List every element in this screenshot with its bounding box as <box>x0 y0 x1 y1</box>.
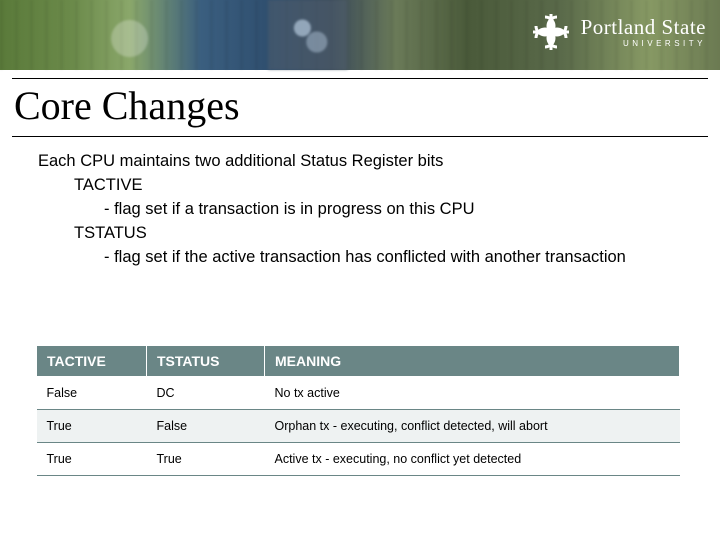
body-item: TACTIVE <box>74 174 682 198</box>
cell-tstatus: DC <box>147 377 265 410</box>
table-header-row: TACTIVE TSTATUS MEANING <box>37 346 680 377</box>
cell-tactive: True <box>37 443 147 476</box>
cell-tactive: False <box>37 377 147 410</box>
slide-title: Core Changes <box>14 82 240 129</box>
cell-meaning: No tx active <box>265 377 680 410</box>
cell-meaning: Orphan tx - executing, conflict detected… <box>265 410 680 443</box>
col-header-tactive: TACTIVE <box>37 346 147 377</box>
table-row: False DC No tx active <box>37 377 680 410</box>
cell-tactive: True <box>37 410 147 443</box>
col-header-tstatus: TSTATUS <box>147 346 265 377</box>
brand: Portland State UNIVERSITY <box>531 12 706 52</box>
status-table: TACTIVE TSTATUS MEANING False DC No tx a… <box>36 345 680 476</box>
table-row: True True Active tx - executing, no conf… <box>37 443 680 476</box>
col-header-meaning: MEANING <box>265 346 680 377</box>
brand-subtitle: UNIVERSITY <box>581 40 706 48</box>
table-row: True False Orphan tx - executing, confli… <box>37 410 680 443</box>
title-rule-top <box>12 78 708 79</box>
header-band: Portland State UNIVERSITY <box>0 0 720 70</box>
body-item-desc: - flag set if the active transaction has… <box>104 246 682 270</box>
title-rule-bottom <box>12 136 708 137</box>
body-item-desc: - flag set if a transaction is in progre… <box>104 198 682 222</box>
cell-tstatus: True <box>147 443 265 476</box>
body-text: Each CPU maintains two additional Status… <box>38 150 682 270</box>
interlock-logo-icon <box>531 12 571 52</box>
cell-meaning: Active tx - executing, no conflict yet d… <box>265 443 680 476</box>
cell-tstatus: False <box>147 410 265 443</box>
slide: Portland State UNIVERSITY Core Changes E… <box>0 0 720 540</box>
brand-name: Portland State <box>581 17 706 38</box>
body-item: TSTATUS <box>74 222 682 246</box>
body-line: Each CPU maintains two additional Status… <box>38 150 682 174</box>
